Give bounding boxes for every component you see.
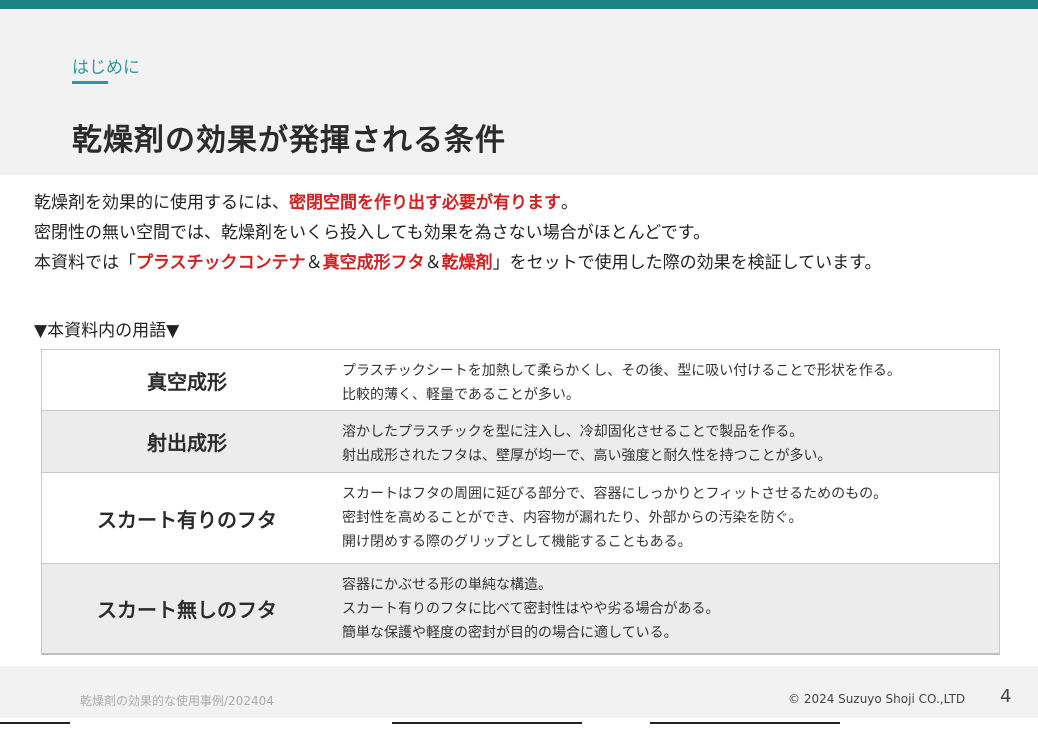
intro-line-3: 本資料では「プラスチックコンテナ＆真空成形フタ＆乾燥剤」をセットで使用した際の効… [34,248,881,278]
description-line: プラスチックシートを加熱して柔らかくし、その後、型に吸い付けることで形状を作る。 [342,363,901,379]
intro-line-2: 密閉性の無い空間では、乾燥剤をいくら投入しても効果を為さない場合がほとんどです。 [34,223,711,243]
description-line: 密封性を高めることができ、内容物が漏れたり、外部からの汚染を防ぐ。 [342,510,803,526]
description-line: 比較的薄く、軽量であることが多い。 [342,387,580,403]
footer-document-name: 乾燥剤の効果的な使用事例/202404 [80,694,274,708]
top-accent-bar [0,0,1038,9]
intro-line-1: 乾燥剤を効果的に使用するには、密閉空間を作り出す必要が有ります。 [34,188,881,218]
highlight-desiccant: 乾燥剤 [441,253,493,273]
slide-footer: 乾燥剤の効果的な使用事例/202404 © 2024 Suzuyo Shoji … [0,666,1038,718]
description-line: 溶かしたプラスチックを型に注入し、冷却固化させることで製品を作る。 [342,424,804,440]
term-description: 容器にかぶせる形の単純な構造。 スカート有りのフタに比べて密封性はやや劣る場合が… [332,564,999,653]
ampersand: ＆ [305,253,323,273]
description-line: 簡単な保護や軽度の密封が目的の場合に適している。 [342,625,678,641]
bottom-divider [650,722,840,724]
table-row: 射出成形 溶かしたプラスチックを型に注入し、冷却固化させることで製品を作る。 射… [42,411,999,473]
description-line: スカートはフタの周囲に延びる部分で、容器にしっかりとフィットさせるためのもの。 [342,486,888,502]
intro-line-1-end: 。 [561,193,578,213]
table-row: スカート有りのフタ スカートはフタの周囲に延びる部分で、容器にしっかりとフィット… [42,473,999,564]
page-number: 4 [1000,686,1012,707]
footer-copyright: © 2024 Suzuyo Shoji CO.,LTD [788,692,966,706]
ampersand: ＆ [424,253,442,273]
description-line: 開け閉めする際のグリップとして機能することもある。 [342,534,692,550]
section-label-underline [72,81,108,84]
term-name: 射出成形 [147,431,227,455]
intro-highlight: 密閉空間を作り出す必要が有ります [289,193,561,213]
bottom-divider [0,722,70,724]
term-description: スカートはフタの周囲に延びる部分で、容器にしっかりとフィットさせるためのもの。 … [332,473,999,563]
terms-table: 真空成形 プラスチックシートを加熱して柔らかくし、その後、型に吸い付けることで形… [41,349,1000,655]
bottom-divider [392,722,582,724]
term-description: プラスチックシートを加熱して柔らかくし、その後、型に吸い付けることで形状を作る。… [332,350,999,410]
description-line: スカート有りのフタに比べて密封性はやや劣る場合がある。 [342,601,720,617]
term-description: 溶かしたプラスチックを型に注入し、冷却固化させることで製品を作る。 射出成形され… [332,411,999,472]
description-line: 射出成形されたフタは、壁厚が均一で、高い強度と耐久性を持つことが多い。 [342,448,832,464]
intro-line-3-text: 本資料では「 [34,253,136,273]
slide-header: はじめに 乾燥剤の効果が発揮される条件 [0,9,1038,175]
term-name: スカート有りのフタ [97,507,277,532]
section-label: はじめに [72,58,140,78]
highlight-vacuum-lid: 真空成形フタ [322,253,425,273]
intro-line-1-text: 乾燥剤を効果的に使用するには、 [34,193,289,213]
terms-heading: ▼本資料内の用語▼ [34,321,180,341]
description-line: 容器にかぶせる形の単純な構造。 [342,577,552,593]
intro-line-3-end: 」をセットで使用した際の効果を検証しています。 [492,253,882,273]
table-row: スカート無しのフタ 容器にかぶせる形の単純な構造。 スカート有りのフタに比べて密… [42,564,999,653]
intro-text: 乾燥剤を効果的に使用するには、密閉空間を作り出す必要が有ります。 密閉性の無い空… [34,188,881,278]
page-title: 乾燥剤の効果が発揮される条件 [72,123,506,158]
table-row: 真空成形 プラスチックシートを加熱して柔らかくし、その後、型に吸い付けることで形… [42,350,999,411]
term-name: 真空成形 [147,369,227,394]
highlight-plastic-container: プラスチックコンテナ [136,253,306,273]
term-name: スカート無しのフタ [97,598,277,622]
